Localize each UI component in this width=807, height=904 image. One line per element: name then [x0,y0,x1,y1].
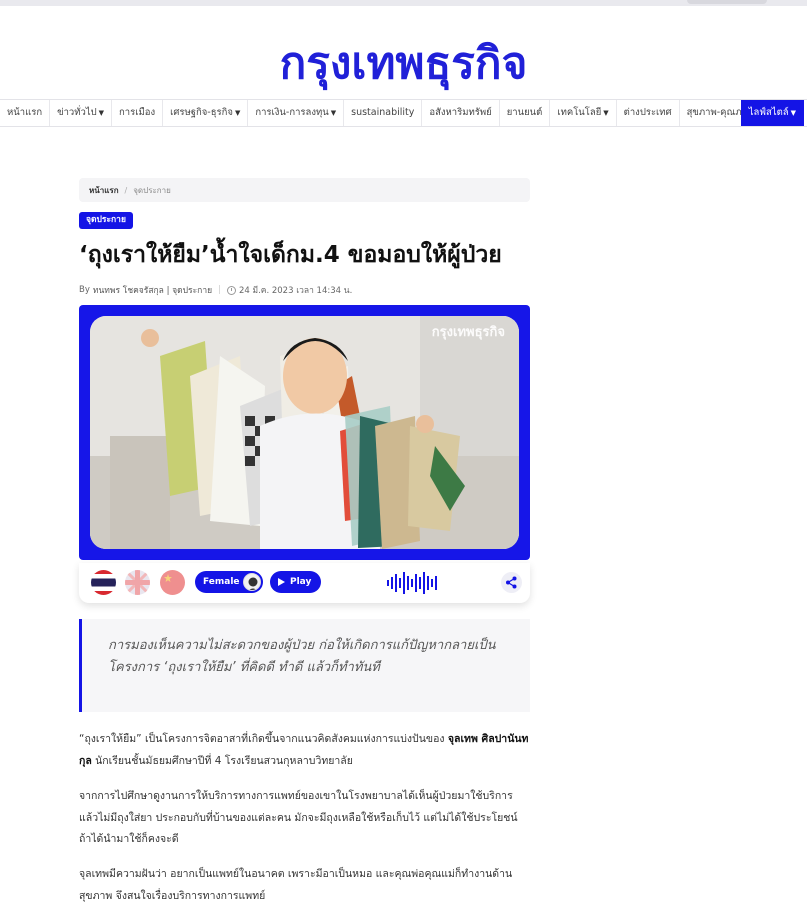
nav-item-label: ข่าวทั่วไป [57,107,97,118]
article-paragraph-3: จุลเทพมีความฝันว่า อยากเป็นแพทย์ในอนาคต … [79,868,513,902]
browser-top-strip [0,0,807,6]
voice-avatar-icon [243,573,261,591]
breadcrumb-separator: / [124,185,128,195]
nav-item-label: เทคโนโลยี [557,107,602,118]
hero-photo-illustration [90,316,519,549]
main-nav: หน้าแรก ข่าวทั่วไป ▼ การเมือง เศรษฐกิจ-ธุรกิ… [0,99,807,127]
breadcrumb: หน้าแรก / จุดประกาย [79,178,530,202]
nav-item-8[interactable]: เทคโนโลยี ▼ [550,100,617,126]
article-paragraph-1: “ถุงเราให้ยืม” เป็นโครงการจิตอาสาที่เกิด… [79,729,531,772]
byline: By ทนทพร โชคจรัสกุล | จุดประกาย | 24 มี.… [79,283,352,297]
nav-item-label: sustainability [351,107,415,118]
nav-item-label: หน้าแรก [7,107,43,118]
voice-select-button[interactable]: Female [195,571,263,593]
play-button[interactable]: Play [270,571,321,593]
site-logo[interactable]: กรุงเทพธุรกิจ [0,28,807,98]
nav-item-label: การเงิน-การลงทุน [255,107,329,118]
nav-item-6[interactable]: อสังหาริมทรัพย์ [422,100,500,126]
p1-text-before: “ถุงเราให้ยืม” เป็นโครงการจิตอาสาที่เกิด… [79,733,448,745]
nav-item-1[interactable]: ข่าวทั่วไป ▼ [50,100,113,126]
chevron-down-icon: ▼ [234,109,241,117]
nav-item-active[interactable]: ไลฟ์สไตล์ ▼ [740,100,804,126]
nav-item-0[interactable]: หน้าแรก [0,100,51,126]
nav-item-9[interactable]: ต่างประเทศ [617,100,680,126]
nav-item-label: ยานยนต์ [506,107,543,118]
article-title: ‘ถุงเราให้ยืม’น้ำใจเด็กม.4 ขอมอบให้ผู้ป่… [79,242,502,268]
pull-quote-text: การมองเห็นความไม่สะดวกของผู้ป่วย ก่อให้เ… [108,638,496,675]
chevron-down-icon: ▼ [330,109,337,117]
voice-label: Female [203,577,240,587]
breadcrumb-current[interactable]: จุดประกาย [133,184,171,197]
image-watermark: กรุงเทพธุรกิจ [431,325,505,340]
hero-image-frame: กรุงเทพธุรกิจ [79,305,530,560]
nav-item-label: ต่างประเทศ [623,107,672,118]
nav-item-5[interactable]: sustainability [344,100,423,126]
waveform-icon [387,572,437,594]
clock-icon [226,285,236,295]
hero-image[interactable]: กรุงเทพธุรกิจ [90,316,519,549]
window-controls [687,0,767,4]
nav-item-label: เศรษฐกิจ-ธุรกิจ [170,107,233,118]
article-pull-quote: การมองเห็นความไม่สะดวกของผู้ป่วย ก่อให้เ… [79,619,530,712]
cn-flag-icon[interactable] [160,570,185,595]
author-name[interactable]: ทนทพร โชคจรัสกุล | จุดประกาย [93,283,212,297]
uk-flag-icon[interactable] [125,570,150,595]
nav-item-3[interactable]: เศรษฐกิจ-ธุรกิจ ▼ [163,100,249,126]
nav-item-4[interactable]: การเงิน-การลงทุน ▼ [248,100,345,126]
nav-item-label: ไลฟ์สไตล์ [748,107,789,118]
chevron-down-icon: ▼ [790,109,796,117]
play-icon [278,578,285,586]
share-icon [506,576,517,589]
th-flag-icon[interactable] [91,570,116,595]
audio-player: Female Play [79,563,530,603]
breadcrumb-home[interactable]: หน้าแรก [89,184,119,197]
publish-date: 24 มี.ค. 2023 เวลา 14:34 น. [238,286,353,296]
nav-item-label: อสังหาริมทรัพย์ [429,107,492,118]
nav-item-7[interactable]: ยานยนต์ [500,100,551,126]
category-badge[interactable]: จุดประกาย [79,212,133,229]
article-paragraph-2: จากการไปศึกษาดูงานการให้บริการทางการแพทย… [79,790,518,845]
byline-divider: | [218,285,221,295]
chevron-down-icon: ▼ [603,109,609,117]
share-button[interactable] [501,572,522,593]
chevron-down-icon: ▼ [98,109,105,117]
play-label: Play [290,577,312,587]
nav-item-label: การเมือง [119,107,156,118]
p1-text-after: นักเรียนชั้นมัธยมศึกษาปีที่ 4 โรงเรียนสว… [91,754,353,767]
nav-item-2[interactable]: การเมือง [112,100,164,126]
byline-by: By [79,285,90,295]
